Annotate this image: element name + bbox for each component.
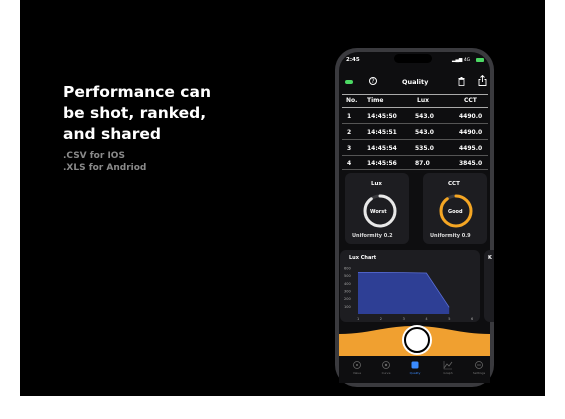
help-icon[interactable]: ? — [369, 77, 377, 85]
cell-time: 14:45:50 — [367, 113, 397, 120]
lux-uniformity: Uniformity 0.2 — [352, 233, 393, 239]
capture-button[interactable] — [404, 327, 430, 353]
cell-no: 2 — [347, 129, 352, 136]
quality-icon — [411, 361, 419, 369]
value-icon — [353, 361, 361, 369]
cell-time: 14:45:54 — [367, 145, 397, 152]
cell-lux: 87.0 — [415, 160, 430, 167]
col-header-no: No. — [346, 97, 358, 104]
tab-label: Curve — [381, 371, 391, 375]
cct-uniformity: Uniformity 0.9 — [430, 233, 471, 239]
cell-cct: 3845.0 — [459, 160, 483, 167]
dynamic-island — [394, 54, 432, 63]
tab-label: Graph — [443, 371, 453, 375]
headline-line-2: be shot, ranked, — [63, 104, 207, 122]
x-tick-label: 5 — [448, 317, 450, 321]
cell-lux: 543.0 — [415, 113, 434, 120]
cell-cct: 4490.0 — [459, 113, 483, 120]
quality-icon-shape — [411, 361, 419, 369]
cell-cct: 4490.0 — [459, 129, 483, 136]
subtext-line-2: .XLS for Andriod — [63, 163, 147, 173]
slide: Performance can be shot, ranked, and sha… — [0, 0, 565, 419]
y-tick-label: 400 — [344, 282, 351, 286]
nav-title: Quality — [402, 78, 429, 86]
table-header-rule — [342, 107, 488, 108]
col-header-time: Time — [367, 97, 384, 104]
col-header-lux: Lux — [417, 97, 429, 104]
status-time: 2:45 — [346, 57, 360, 63]
settings-icon — [475, 361, 483, 369]
cell-lux: 535.0 — [415, 145, 434, 152]
cell-no: 3 — [347, 145, 352, 152]
tab-label: Quality — [409, 371, 421, 375]
row-divider — [342, 155, 488, 156]
table-top-rule — [342, 94, 488, 95]
lux-chart: 600 500 400 300 200 100 1 2 3 4 5 6 — [344, 267, 473, 322]
cell-cct: 4495.0 — [459, 145, 483, 152]
lux-card-title: Lux — [371, 181, 382, 187]
status-network: 4G — [463, 58, 471, 63]
col-header-cct: CCT — [464, 97, 477, 104]
table-bottom-rule — [342, 169, 488, 170]
lux-rating: Worst — [370, 209, 387, 215]
y-tick-label: 500 — [344, 274, 351, 278]
battery-icon — [476, 58, 484, 62]
chart-title: Lux Chart — [349, 255, 377, 261]
row-divider — [342, 123, 488, 124]
tab-label: Value — [352, 371, 362, 375]
cct-card-title: CCT — [448, 181, 460, 187]
x-tick-label: 6 — [471, 317, 473, 321]
slide-subtext: .CSV for IOS .XLS for Andriod — [63, 150, 146, 174]
curve-icon — [382, 361, 390, 369]
connection-indicator-icon — [345, 80, 353, 84]
graph-icon — [443, 361, 453, 370]
slide-headline: Performance can be shot, ranked, and sha… — [63, 82, 211, 145]
y-tick-label: 300 — [344, 290, 351, 294]
second-chart-initial: K — [488, 255, 492, 261]
lux-area — [358, 272, 450, 314]
headline-line-3: and shared — [63, 125, 161, 143]
y-tick-label: 100 — [344, 305, 351, 309]
headline-line-1: Performance can — [63, 83, 211, 101]
trash-icon[interactable] — [458, 77, 465, 86]
share-icon[interactable] — [478, 75, 487, 86]
cell-no: 4 — [347, 160, 352, 167]
x-tick-label: 4 — [425, 317, 428, 321]
row-divider — [342, 139, 488, 140]
y-tick-label: 200 — [344, 297, 351, 301]
x-tick-label: 3 — [403, 317, 405, 321]
cell-lux: 543.0 — [415, 129, 434, 136]
cct-rating: Good — [448, 209, 463, 215]
y-tick-label: 600 — [344, 267, 351, 271]
cell-time: 14:45:56 — [367, 160, 397, 167]
status-signal: ▂▄▆ 4G — [452, 58, 471, 63]
x-tick-label: 1 — [357, 317, 359, 321]
cell-time: 14:45:51 — [367, 129, 397, 136]
tab-label: Settings — [472, 371, 486, 375]
cell-no: 1 — [347, 113, 352, 120]
x-tick-label: 2 — [380, 317, 382, 321]
subtext-line-1: .CSV for IOS — [63, 151, 125, 161]
